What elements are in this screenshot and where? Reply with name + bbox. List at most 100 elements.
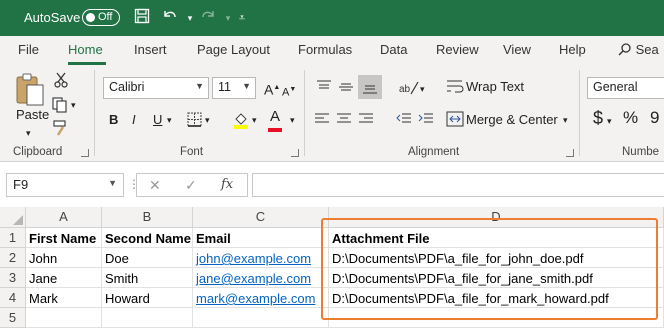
enter-icon[interactable]: ✓	[185, 177, 197, 194]
increase-indent-icon[interactable]	[418, 112, 434, 131]
chevron-down-icon: ▼	[108, 178, 117, 188]
cell-c3-email-link[interactable]: jane@example.com	[193, 268, 329, 288]
tab-view[interactable]: View	[503, 42, 531, 57]
align-right-icon[interactable]	[358, 112, 374, 131]
comma-style-icon[interactable]: 9	[650, 109, 659, 127]
cell-a2[interactable]: John	[26, 248, 102, 268]
row-header-3[interactable]: 3	[0, 268, 26, 288]
insert-function-icon[interactable]: fx	[221, 177, 233, 192]
copy-icon[interactable]	[52, 97, 68, 118]
alignment-launcher-icon[interactable]	[566, 149, 574, 157]
cell-d3[interactable]: D:\Documents\PDF\a_file_for_jane_smith.p…	[329, 268, 664, 288]
copy-dropdown-icon[interactable]: ▾	[71, 96, 76, 114]
paste-label[interactable]: Paste	[16, 106, 49, 124]
undo-dropdown-icon[interactable]: ▾	[180, 8, 200, 28]
cell-b2[interactable]: Doe	[102, 248, 193, 268]
increase-font-icon[interactable]: A▲	[264, 79, 280, 99]
cell-c4-email-link[interactable]: mark@example.com	[193, 288, 329, 308]
tab-data[interactable]: Data	[380, 42, 407, 57]
font-size-value: 11	[218, 80, 231, 94]
cell-c2-email-link[interactable]: john@example.com	[193, 248, 329, 268]
paste-dropdown-icon[interactable]: ▾	[26, 124, 31, 142]
chevron-down-icon: ▼	[195, 81, 204, 91]
wrap-text-button[interactable]: Wrap Text	[466, 78, 524, 96]
redo-icon[interactable]	[198, 8, 218, 28]
fill-color-dropdown-icon[interactable]: ▾	[252, 111, 257, 129]
cell-b1[interactable]: Second Name	[102, 228, 193, 248]
font-color-button[interactable]: A	[270, 108, 280, 126]
middle-align-icon[interactable]	[338, 79, 354, 100]
font-color-dropdown-icon[interactable]: ▾	[290, 111, 295, 129]
merge-dropdown-icon[interactable]: ▾	[563, 111, 568, 129]
row-header-4[interactable]: 4	[0, 288, 26, 308]
underline-dropdown-icon[interactable]: ▾	[167, 111, 172, 129]
tab-insert[interactable]: Insert	[134, 42, 167, 57]
cell-d4[interactable]: D:\Documents\PDF\a_file_for_mark_howard.…	[329, 288, 664, 308]
formula-input[interactable]	[252, 173, 664, 197]
borders-dropdown-icon[interactable]: ▾	[205, 111, 210, 129]
cell-b5[interactable]	[102, 308, 193, 328]
tab-formulas[interactable]: Formulas	[298, 42, 352, 57]
merge-center-icon[interactable]	[446, 111, 464, 132]
borders-icon[interactable]	[187, 112, 202, 132]
column-header-b[interactable]: B	[102, 207, 193, 228]
column-header-c[interactable]: C	[193, 207, 329, 228]
font-size-select[interactable]: 11 ▼	[212, 77, 256, 99]
cell-a4[interactable]: Mark	[26, 288, 102, 308]
clipboard-launcher-icon[interactable]	[81, 149, 89, 157]
group-divider	[94, 70, 95, 156]
orientation-dropdown-icon[interactable]: ▾	[420, 80, 425, 98]
decrease-font-icon[interactable]: A▼	[282, 81, 296, 102]
cell-a3[interactable]: Jane	[26, 268, 102, 288]
tab-file[interactable]: File	[18, 42, 39, 57]
font-name-select[interactable]: Calibri ▼	[103, 77, 209, 99]
underline-button[interactable]: U	[153, 111, 162, 129]
cell-a1[interactable]: First Name	[26, 228, 102, 248]
top-align-icon[interactable]	[316, 79, 332, 100]
cancel-icon[interactable]: ✕	[149, 177, 161, 194]
bold-button[interactable]: B	[109, 111, 118, 129]
cell-d2[interactable]: D:\Documents\PDF\a_file_for_john_doe.pdf	[329, 248, 664, 268]
currency-button[interactable]: $	[593, 109, 603, 127]
cell-d1[interactable]: Attachment File	[329, 228, 664, 248]
customize-toolbar-icon[interactable]: ⩡	[232, 8, 252, 28]
undo-icon[interactable]	[160, 8, 180, 28]
currency-dropdown-icon[interactable]: ▾	[607, 112, 612, 130]
italic-button[interactable]: I	[132, 111, 136, 129]
percent-button[interactable]: %	[623, 109, 638, 127]
cell-d5[interactable]	[329, 308, 664, 328]
row-header-5[interactable]: 5	[0, 308, 26, 328]
format-painter-icon[interactable]	[53, 120, 69, 141]
cell-a5[interactable]	[26, 308, 102, 328]
row-header-1[interactable]: 1	[0, 228, 26, 248]
align-left-icon[interactable]	[314, 112, 330, 131]
cell-b4[interactable]: Howard	[102, 288, 193, 308]
tab-help[interactable]: Help	[559, 42, 586, 57]
orientation-icon[interactable]: ab	[398, 78, 420, 101]
select-all-corner[interactable]	[0, 207, 26, 228]
merge-center-button[interactable]: Merge & Center	[466, 111, 558, 129]
wrap-text-icon[interactable]	[446, 78, 464, 99]
tab-page-layout[interactable]: Page Layout	[197, 42, 270, 57]
decrease-indent-icon[interactable]	[396, 112, 412, 131]
name-box[interactable]: F9 ▼	[6, 173, 124, 197]
tab-search[interactable]: Sea	[618, 42, 659, 57]
font-launcher-icon[interactable]	[291, 149, 299, 157]
autosave-toggle[interactable]: Off	[82, 9, 120, 26]
number-format-select[interactable]: General	[587, 77, 664, 99]
column-header-a[interactable]: A	[26, 207, 102, 228]
tab-review[interactable]: Review	[436, 42, 479, 57]
column-header-d[interactable]: D	[329, 207, 664, 228]
save-icon[interactable]	[132, 8, 152, 28]
cut-icon[interactable]	[54, 72, 68, 93]
bottom-align-button[interactable]	[358, 75, 382, 99]
cell-b3[interactable]: Smith	[102, 268, 193, 288]
chevron-down-icon: ▼	[242, 81, 251, 91]
fill-color-icon[interactable]	[232, 111, 250, 134]
worksheet-grid: A B C D 1 2 3 4 5 First Name Second Name…	[0, 207, 664, 328]
cell-c5[interactable]	[193, 308, 329, 328]
row-header-2[interactable]: 2	[0, 248, 26, 268]
cell-c1[interactable]: Email	[193, 228, 329, 248]
align-center-icon[interactable]	[336, 112, 352, 131]
tab-home[interactable]: Home	[68, 42, 103, 57]
